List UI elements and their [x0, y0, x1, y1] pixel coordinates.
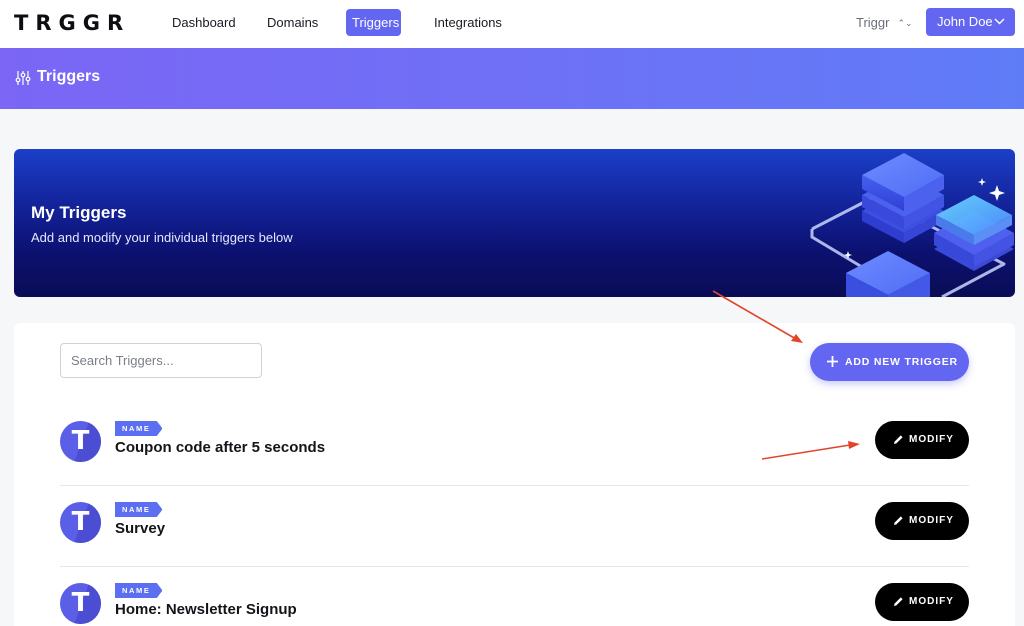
add-new-trigger-label: ADD NEW TRIGGER — [845, 356, 958, 368]
trigger-avatar: T — [60, 502, 101, 543]
sliders-icon — [15, 71, 31, 85]
trigger-avatar: T — [60, 421, 101, 462]
trigger-row: T NAME Coupon code after 5 seconds MODIF… — [60, 405, 969, 486]
brand-logo[interactable]: TRGGR — [14, 11, 130, 35]
trigger-name: Home: Newsletter Signup — [115, 601, 297, 618]
org-selector-label: Triggr — [856, 15, 890, 30]
plus-icon — [827, 356, 838, 367]
stacked-layers-illustration — [810, 153, 1014, 297]
t-logo-icon: T — [71, 588, 90, 618]
search-triggers-input[interactable] — [60, 343, 262, 378]
t-logo-icon: T — [71, 426, 90, 456]
modify-button[interactable]: MODIFY — [875, 502, 969, 540]
trigger-row: T NAME Home: Newsletter Signup MODIFY — [60, 567, 969, 626]
top-navbar: TRGGR Dashboard Domains Triggers Integra… — [0, 0, 1024, 48]
nav-link-integrations[interactable]: Integrations — [428, 9, 508, 36]
modify-button[interactable]: MODIFY — [875, 583, 969, 621]
name-tag: NAME — [115, 502, 163, 517]
nav-link-domains[interactable]: Domains — [261, 9, 324, 36]
trigger-name: Survey — [115, 520, 166, 537]
page-title: Triggers — [37, 68, 101, 85]
pencil-icon — [894, 597, 903, 606]
pencil-icon — [894, 516, 903, 525]
page-header: Triggers — [0, 48, 1024, 109]
banner-title: My Triggers — [31, 203, 127, 222]
trigger-avatar: T — [60, 583, 101, 624]
modify-label: MODIFY — [909, 515, 954, 526]
name-tag: NAME — [115, 583, 163, 598]
chevron-down-icon — [994, 18, 1005, 25]
updown-chevron-icon: ⌃⌄ — [897, 18, 913, 28]
my-triggers-banner: My Triggers Add and modify your individu… — [14, 149, 1015, 297]
triggers-list-card: ADD NEW TRIGGER T NAME Coupon code after… — [14, 323, 1015, 626]
nav-link-triggers[interactable]: Triggers — [346, 9, 401, 36]
name-tag: NAME — [115, 421, 163, 436]
modify-label: MODIFY — [909, 434, 954, 445]
nav-link-dashboard[interactable]: Dashboard — [166, 9, 242, 36]
banner-subtitle: Add and modify your individual triggers … — [31, 230, 293, 245]
modify-button[interactable]: MODIFY — [875, 421, 969, 459]
t-logo-icon: T — [71, 507, 90, 537]
trigger-row: T NAME Survey MODIFY — [60, 486, 969, 567]
modify-label: MODIFY — [909, 596, 954, 607]
pencil-icon — [894, 435, 903, 444]
user-name: John Doe — [937, 14, 993, 29]
trigger-name: Coupon code after 5 seconds — [115, 439, 326, 456]
org-selector[interactable]: Triggr ⌃⌄ — [856, 9, 913, 36]
add-new-trigger-button[interactable]: ADD NEW TRIGGER — [810, 343, 969, 381]
user-menu-button[interactable]: John Doe — [926, 8, 1015, 36]
